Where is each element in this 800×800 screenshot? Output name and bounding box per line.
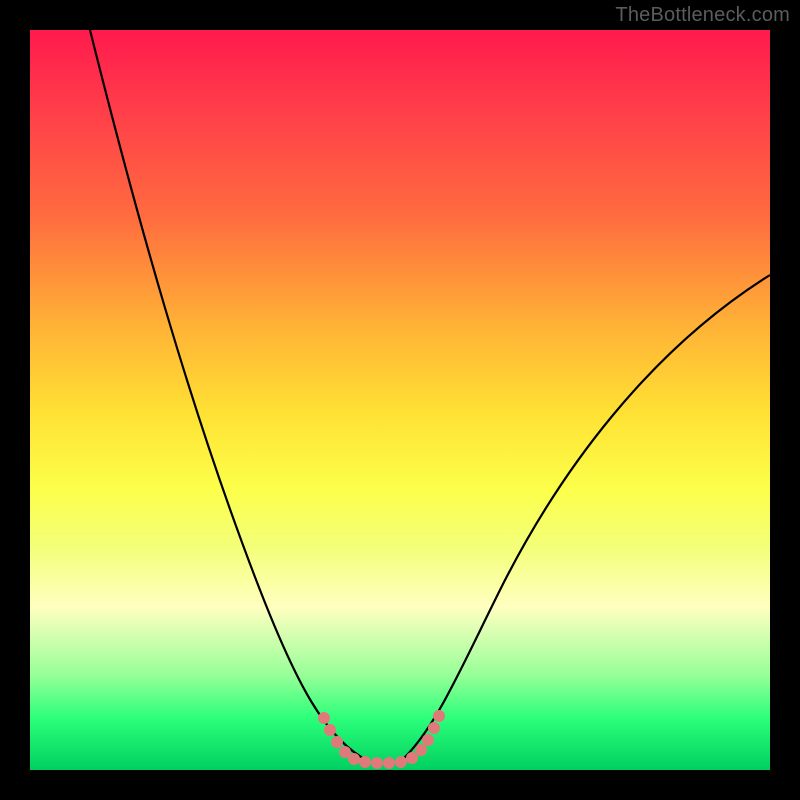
bottleneck-curve-left [90,30,370,762]
watermark-text: TheBottleneck.com [615,4,790,27]
plot-area [30,30,770,770]
flat-minimum-dots [318,710,445,769]
chart-frame: TheBottleneck.com [0,0,800,800]
bottleneck-curve-right [400,275,770,762]
curve-layer [30,30,770,770]
